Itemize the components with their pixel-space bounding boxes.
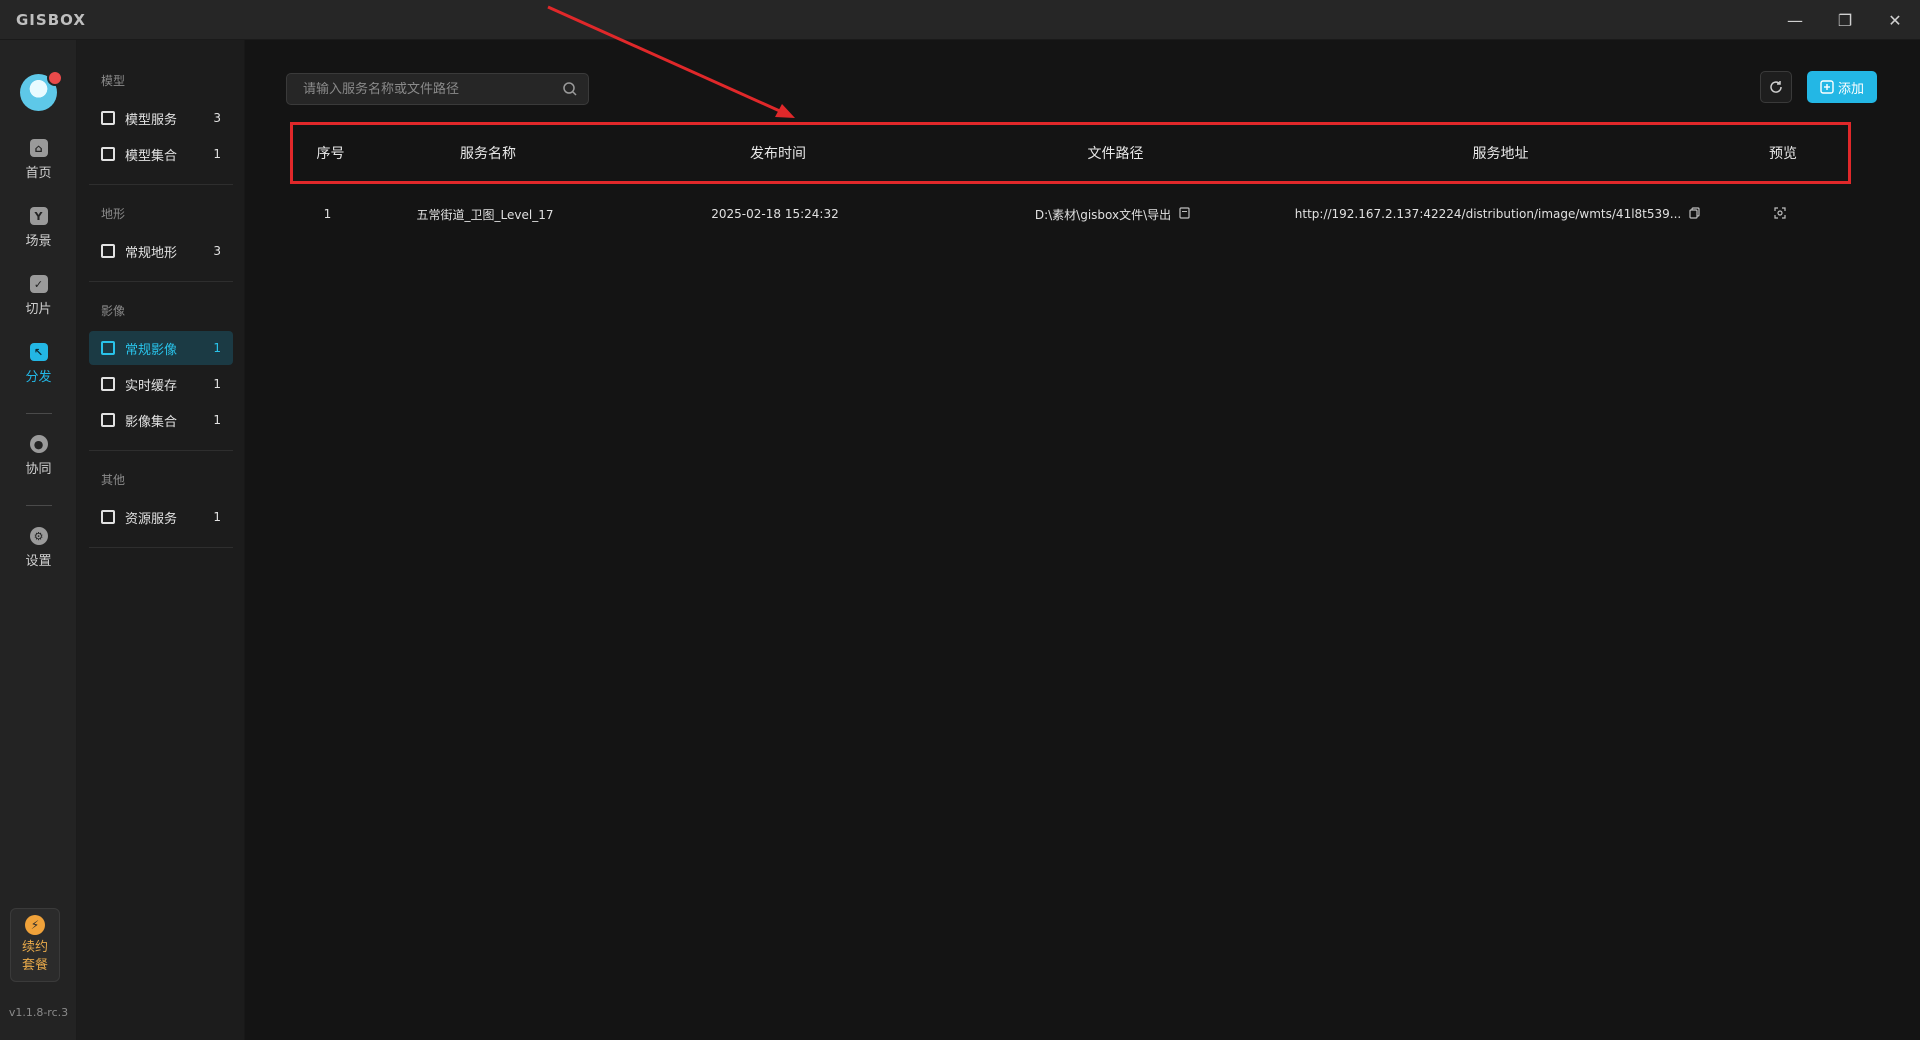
distribute-icon: ↖ [29,343,48,361]
terrain-icon [101,244,115,258]
rail-divider [26,505,52,506]
scene-icon: Y [29,207,48,225]
category-sidebar: 模型 模型服务 3 模型集合 1 地形 常规地形 3 影像 常规影像 1 实时缓… [77,40,245,1040]
sidebar-item-label: 资源服务 [125,511,178,527]
promo-line-1: 续约 [21,940,48,955]
model-icon [101,147,115,161]
row-preview-cell [1715,206,1845,222]
row-path: D:\素材\gisbox文件\导出 [1034,207,1172,222]
copy-icon[interactable] [1689,206,1700,222]
image-icon [101,341,115,355]
open-folder-icon[interactable] [1179,206,1190,222]
row-path-cell: D:\素材\gisbox文件\导出 [945,206,1280,223]
row-name: 五常街道_卫图_Level_17 [416,207,554,222]
refresh-icon [1770,81,1782,93]
rail-item-distribute[interactable]: ↖ 分发 [0,334,77,394]
column-header-name[interactable]: 服务名称 [368,143,608,163]
title-bar: GISBOX — ❐ ✕ [0,0,1920,40]
app-logo: GISBOX [16,10,86,29]
main-content: 添加 序号 服务名称 发布时间 文件路径 服务地址 预览 1 五常街道_卫图_L… [246,40,1920,1040]
sidebar-divider [89,450,233,451]
sidebar-item-realtime-cache[interactable]: 实时缓存 1 [89,367,233,401]
add-button-label: 添加 [1837,81,1864,97]
tile-icon: ✓ [29,275,48,293]
sidebar-item-label: 模型集合 [125,148,178,164]
column-header-path[interactable]: 文件路径 [948,143,1283,163]
sidebar-item-count: 3 [213,244,221,258]
sidebar-item-resource-service[interactable]: 资源服务 1 [89,500,233,534]
nav-rail: ⌂ 首页 Y 场景 ✓ 切片 ↖ 分发 ● 协同 ⚙ 设置 ⚡ 续约 套餐 [0,40,77,1040]
sidebar-item-count: 1 [213,510,221,524]
rail-item-home[interactable]: ⌂ 首页 [0,130,77,190]
row-address: http://192.167.2.137:42224/distribution/… [1294,207,1682,221]
row-index: 1 [323,207,332,221]
sidebar-item-model-collection[interactable]: 模型集合 1 [89,137,233,171]
search-icon[interactable] [552,81,588,97]
rail-item-collab[interactable]: ● 协同 [0,426,77,486]
sidebar-item-label: 影像集合 [125,414,178,430]
sidebar-item-label: 常规地形 [125,245,178,261]
sidebar-item-label: 常规影像 [125,342,178,358]
sidebar-divider [89,184,233,185]
refresh-button[interactable] [1760,71,1792,103]
rail-item-scene[interactable]: Y 场景 [0,198,77,258]
rail-item-label: 首页 [25,166,52,181]
column-header-index[interactable]: 序号 [293,143,368,163]
row-address-cell: http://192.167.2.137:42224/distribution/… [1280,206,1715,222]
group-label-terrain: 地形 [101,207,126,221]
column-header-preview[interactable]: 预览 [1718,143,1848,163]
notification-badge-icon [47,70,63,86]
restore-button[interactable]: ❐ [1820,0,1870,40]
sidebar-item-terrain[interactable]: 常规地形 3 [89,234,233,268]
search-input[interactable] [287,81,552,97]
image-icon [101,413,115,427]
sidebar-item-count: 3 [213,111,221,125]
minimize-button[interactable]: — [1770,0,1820,40]
promo-line-2: 套餐 [21,958,48,973]
sidebar-item-label: 模型服务 [125,112,178,128]
add-button[interactable]: 添加 [1807,71,1877,103]
sidebar-item-model-service[interactable]: 模型服务 3 [89,101,233,135]
row-time: 2025-02-18 15:24:32 [711,207,839,221]
table-header: 序号 服务名称 发布时间 文件路径 服务地址 预览 [290,122,1851,184]
rail-item-label: 协同 [25,462,52,477]
lightning-icon: ⚡ [25,915,45,935]
rail-item-label: 切片 [25,302,52,317]
sidebar-divider [89,281,233,282]
image-icon [101,377,115,391]
add-icon [1820,80,1834,94]
group-label-other: 其他 [101,473,126,487]
sidebar-item-count: 1 [213,377,221,391]
sidebar-item-imagery[interactable]: 常规影像 1 [89,331,233,365]
sidebar-item-count: 1 [213,147,221,161]
lock-icon: ● [29,435,48,453]
home-icon: ⌂ [29,139,48,157]
avatar[interactable] [20,70,63,111]
model-icon [101,111,115,125]
rail-item-label: 分发 [25,370,52,385]
version-label: v1.1.8-rc.3 [8,1006,69,1019]
resource-icon [101,510,115,524]
sidebar-item-count: 1 [213,413,221,427]
sidebar-item-label: 实时缓存 [125,378,178,394]
rail-item-label: 场景 [25,234,52,249]
renew-plan-button[interactable]: ⚡ 续约 套餐 [10,908,60,982]
sidebar-item-count: 1 [213,341,221,355]
rail-item-settings[interactable]: ⚙ 设置 [0,518,77,578]
sidebar-item-image-collection[interactable]: 影像集合 1 [89,403,233,437]
group-label-imagery: 影像 [101,304,126,318]
preview-icon[interactable] [1774,206,1786,222]
column-header-address[interactable]: 服务地址 [1283,143,1718,163]
rail-item-tile[interactable]: ✓ 切片 [0,266,77,326]
group-label-model: 模型 [101,74,126,88]
column-header-time[interactable]: 发布时间 [608,143,948,163]
sidebar-divider [89,547,233,548]
table-row[interactable]: 1 五常街道_卫图_Level_17 2025-02-18 15:24:32 D… [290,186,1851,242]
rail-divider [26,413,52,414]
close-button[interactable]: ✕ [1870,0,1920,40]
rail-item-label: 设置 [25,554,52,569]
search-box [286,73,589,105]
window-controls: — ❐ ✕ [1770,0,1920,40]
gear-icon: ⚙ [29,527,48,545]
